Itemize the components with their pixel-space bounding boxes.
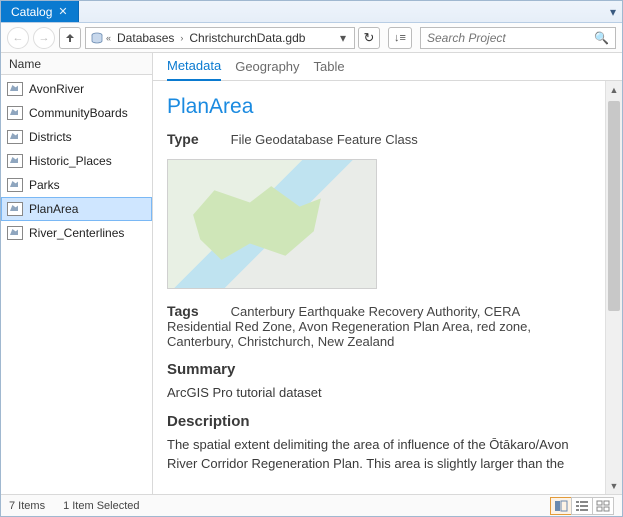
tab-catalog[interactable]: Catalog ✕ xyxy=(1,1,79,22)
detail-tabs: Metadata Geography Table xyxy=(153,53,622,81)
vertical-scrollbar[interactable]: ▲ ▼ xyxy=(605,81,622,494)
list-item[interactable]: AvonRiver xyxy=(1,77,152,101)
type-value: File Geodatabase Feature Class xyxy=(231,132,418,147)
feature-class-icon xyxy=(7,82,23,96)
thumbnail-map xyxy=(167,159,377,289)
item-label: River_Centerlines xyxy=(29,226,124,240)
item-list: AvonRiver CommunityBoards Districts Hist… xyxy=(1,75,152,494)
tab-metadata[interactable]: Metadata xyxy=(167,58,221,81)
window-tabbar: Catalog ✕ ▾ xyxy=(1,1,622,23)
scroll-down-icon[interactable]: ▼ xyxy=(606,477,622,494)
view-details-button[interactable] xyxy=(550,497,572,515)
up-button[interactable] xyxy=(59,27,81,49)
feature-class-icon xyxy=(7,226,23,240)
summary-heading: Summary xyxy=(167,361,587,378)
list-item[interactable]: Historic_Places xyxy=(1,149,152,173)
item-count: 7 Items xyxy=(9,500,45,512)
search-box[interactable]: 🔍 xyxy=(420,27,616,49)
view-list-button[interactable] xyxy=(571,497,593,515)
metadata-panel: PlanArea Type File Geodatabase Feature C… xyxy=(153,81,605,494)
type-row: Type File Geodatabase Feature Class xyxy=(167,131,587,147)
search-icon[interactable]: 🔍 xyxy=(594,31,609,45)
summary-text: ArcGIS Pro tutorial dataset xyxy=(167,384,587,403)
item-label: Parks xyxy=(29,178,60,192)
list-item[interactable]: Districts xyxy=(1,125,152,149)
sort-button[interactable]: ↓≡ xyxy=(388,27,412,49)
scroll-up-icon[interactable]: ▲ xyxy=(606,81,622,98)
tab-table[interactable]: Table xyxy=(314,59,345,80)
item-label: AvonRiver xyxy=(29,82,84,96)
content-pane: Metadata Geography Table PlanArea Type F… xyxy=(153,53,622,494)
item-label: CommunityBoards xyxy=(29,106,128,120)
list-item[interactable]: CommunityBoards xyxy=(1,101,152,125)
view-tiles-button[interactable] xyxy=(592,497,614,515)
description-heading: Description xyxy=(167,413,587,430)
item-label: PlanArea xyxy=(29,202,78,216)
body: Name AvonRiver CommunityBoards Districts… xyxy=(1,53,622,494)
toolbar: ← → « Databases › ChristchurchData.gdb ▾… xyxy=(1,23,622,53)
breadcrumb-seg-databases[interactable]: Databases xyxy=(113,31,178,45)
feature-class-icon xyxy=(7,202,23,216)
selection-count: 1 Item Selected xyxy=(63,500,139,512)
breadcrumb[interactable]: « Databases › ChristchurchData.gdb ▾ xyxy=(85,27,355,49)
feature-class-icon xyxy=(7,130,23,144)
close-icon[interactable]: ✕ xyxy=(58,5,67,18)
back-button[interactable]: ← xyxy=(7,27,29,49)
tags-row: Tags Canterbury Earthquake Recovery Auth… xyxy=(167,303,587,349)
forward-button[interactable]: → xyxy=(33,27,55,49)
item-label: Districts xyxy=(29,130,72,144)
tags-label: Tags xyxy=(167,303,217,319)
scroll-thumb[interactable] xyxy=(608,101,620,311)
breadcrumb-dropdown[interactable]: ▾ xyxy=(336,31,350,45)
type-label: Type xyxy=(167,131,217,147)
list-item[interactable]: River_Centerlines xyxy=(1,221,152,245)
list-item[interactable]: Parks xyxy=(1,173,152,197)
feature-class-icon xyxy=(7,154,23,168)
sidebar: Name AvonRiver CommunityBoards Districts… xyxy=(1,53,153,494)
chevron-icon: « xyxy=(104,33,113,43)
list-item[interactable]: PlanArea xyxy=(1,197,152,221)
metadata-title: PlanArea xyxy=(167,95,587,119)
tabbar-menu-dropdown[interactable]: ▾ xyxy=(604,1,622,22)
item-label: Historic_Places xyxy=(29,154,112,168)
description-text: The spatial extent delimiting the area o… xyxy=(167,436,587,474)
statusbar: 7 Items 1 Item Selected xyxy=(1,494,622,516)
refresh-button[interactable]: ↻ xyxy=(358,27,380,49)
tags-value: Canterbury Earthquake Recovery Authority… xyxy=(167,304,531,349)
feature-class-icon xyxy=(7,106,23,120)
breadcrumb-seg-gdb[interactable]: ChristchurchData.gdb xyxy=(185,31,309,45)
search-input[interactable] xyxy=(427,31,594,45)
metadata-wrap: PlanArea Type File Geodatabase Feature C… xyxy=(153,81,622,494)
column-header-name[interactable]: Name xyxy=(1,53,152,75)
up-arrow-icon xyxy=(64,32,76,44)
chevron-right-icon: › xyxy=(178,33,185,43)
tab-label: Catalog xyxy=(11,5,52,19)
feature-class-icon xyxy=(7,178,23,192)
tab-geography[interactable]: Geography xyxy=(235,59,299,80)
database-icon xyxy=(90,32,104,44)
